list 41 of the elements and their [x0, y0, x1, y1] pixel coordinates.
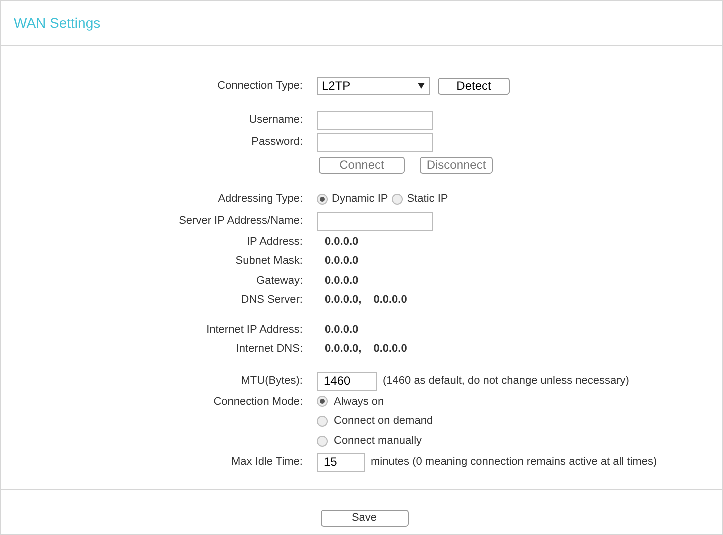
action-button[interactable]: Disconnect [420, 156, 493, 174]
field-label: Subnet Mask: [236, 255, 303, 267]
field-label: Max Idle Time: [231, 456, 303, 468]
radio-option[interactable]: Dynamic IP [317, 190, 388, 208]
field-label: Connection Type: [218, 80, 303, 92]
detect-button[interactable]: Detect [438, 78, 510, 94]
input-field[interactable] [317, 110, 433, 130]
field-label: Addressing Type: [218, 192, 303, 205]
radio-option[interactable]: Always on [317, 394, 384, 410]
field-label: Internet IP Address: [206, 324, 303, 336]
value-text: 0.0.0.0 [374, 293, 408, 308]
field-label: Gateway: [256, 274, 303, 286]
field-label: Username: [249, 114, 303, 126]
input-field[interactable] [317, 132, 433, 152]
field-label: DNS Server: [241, 294, 303, 306]
value-text: 0.0.0.0, [325, 293, 362, 308]
input-field[interactable] [317, 212, 433, 230]
value-text: 0.0.0.0 [325, 274, 359, 288]
field-label: IP Address: [246, 236, 303, 248]
value-text: 0.0.0.0 [325, 322, 359, 338]
field-label: Server IP Address/Name: [179, 214, 303, 227]
radio-option[interactable]: Static IP [392, 190, 448, 208]
field-label: Password: [252, 136, 303, 148]
input-field[interactable]: 15 [317, 452, 365, 472]
radio-option[interactable]: Connect manually [317, 432, 422, 450]
field-label: MTU(Bytes): [241, 374, 303, 387]
value-text: 0.0.0.0 [374, 342, 408, 357]
select-field[interactable]: L2TP [317, 77, 430, 95]
field-label: Connection Mode: [214, 396, 303, 408]
value-text: 0.0.0.0 [325, 234, 359, 250]
caret-icon [418, 83, 425, 89]
page-title: WAN Settings [14, 14, 101, 33]
input-field[interactable]: 1460 [317, 372, 377, 390]
action-button[interactable]: Connect [319, 156, 405, 174]
value-text: 0.0.0.0 [325, 254, 359, 269]
save-button[interactable]: Save [320, 510, 408, 527]
value-text: 0.0.0.0, [325, 342, 362, 357]
field-label: Internet DNS: [236, 343, 303, 355]
radio-option[interactable]: Connect on demand [317, 413, 434, 430]
hint-text: (1460 as default, do not change unless necessary) [383, 374, 630, 389]
hint-text: minutes (0 meaning connection remains active at all times) [371, 454, 658, 470]
